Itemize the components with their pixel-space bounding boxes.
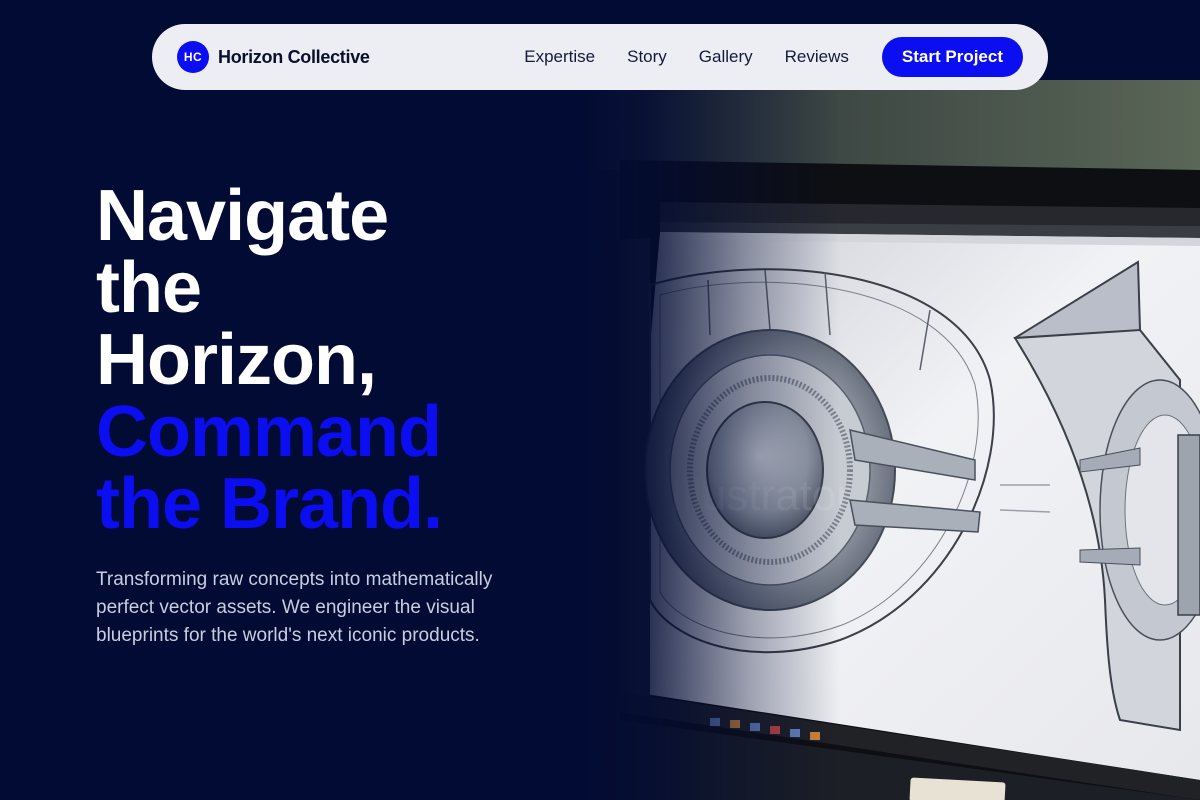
nav-link-story[interactable]: Story	[627, 47, 667, 67]
nav-link-expertise[interactable]: Expertise	[524, 47, 595, 67]
headline-line-accent: Command	[96, 392, 442, 472]
nav-link-reviews[interactable]: Reviews	[785, 47, 849, 67]
nav-link-gallery[interactable]: Gallery	[699, 47, 753, 67]
headline-line-accent: the Brand.	[96, 464, 443, 544]
hero-headline: Navigate the Horizon, Command the Brand.	[96, 176, 443, 544]
svg-text:Illustrator: Illustrator	[670, 471, 851, 520]
hero-image: Illustrator	[580, 80, 1200, 800]
nav-links: Expertise Story Gallery Reviews	[524, 47, 849, 67]
headline-line: Horizon,	[96, 320, 377, 400]
hero-subtext: Transforming raw concepts into mathemati…	[96, 569, 493, 646]
top-navbar: HC Horizon Collective Expertise Story Ga…	[152, 24, 1048, 90]
brand-mark-icon: HC	[177, 41, 209, 73]
start-project-button[interactable]: Start Project	[881, 37, 1023, 77]
brand-name: Horizon Collective	[218, 46, 370, 67]
headline-line: Navigate	[96, 176, 389, 256]
brand-logo[interactable]: HC Horizon Collective	[177, 41, 370, 73]
headline-line: the	[96, 248, 202, 328]
